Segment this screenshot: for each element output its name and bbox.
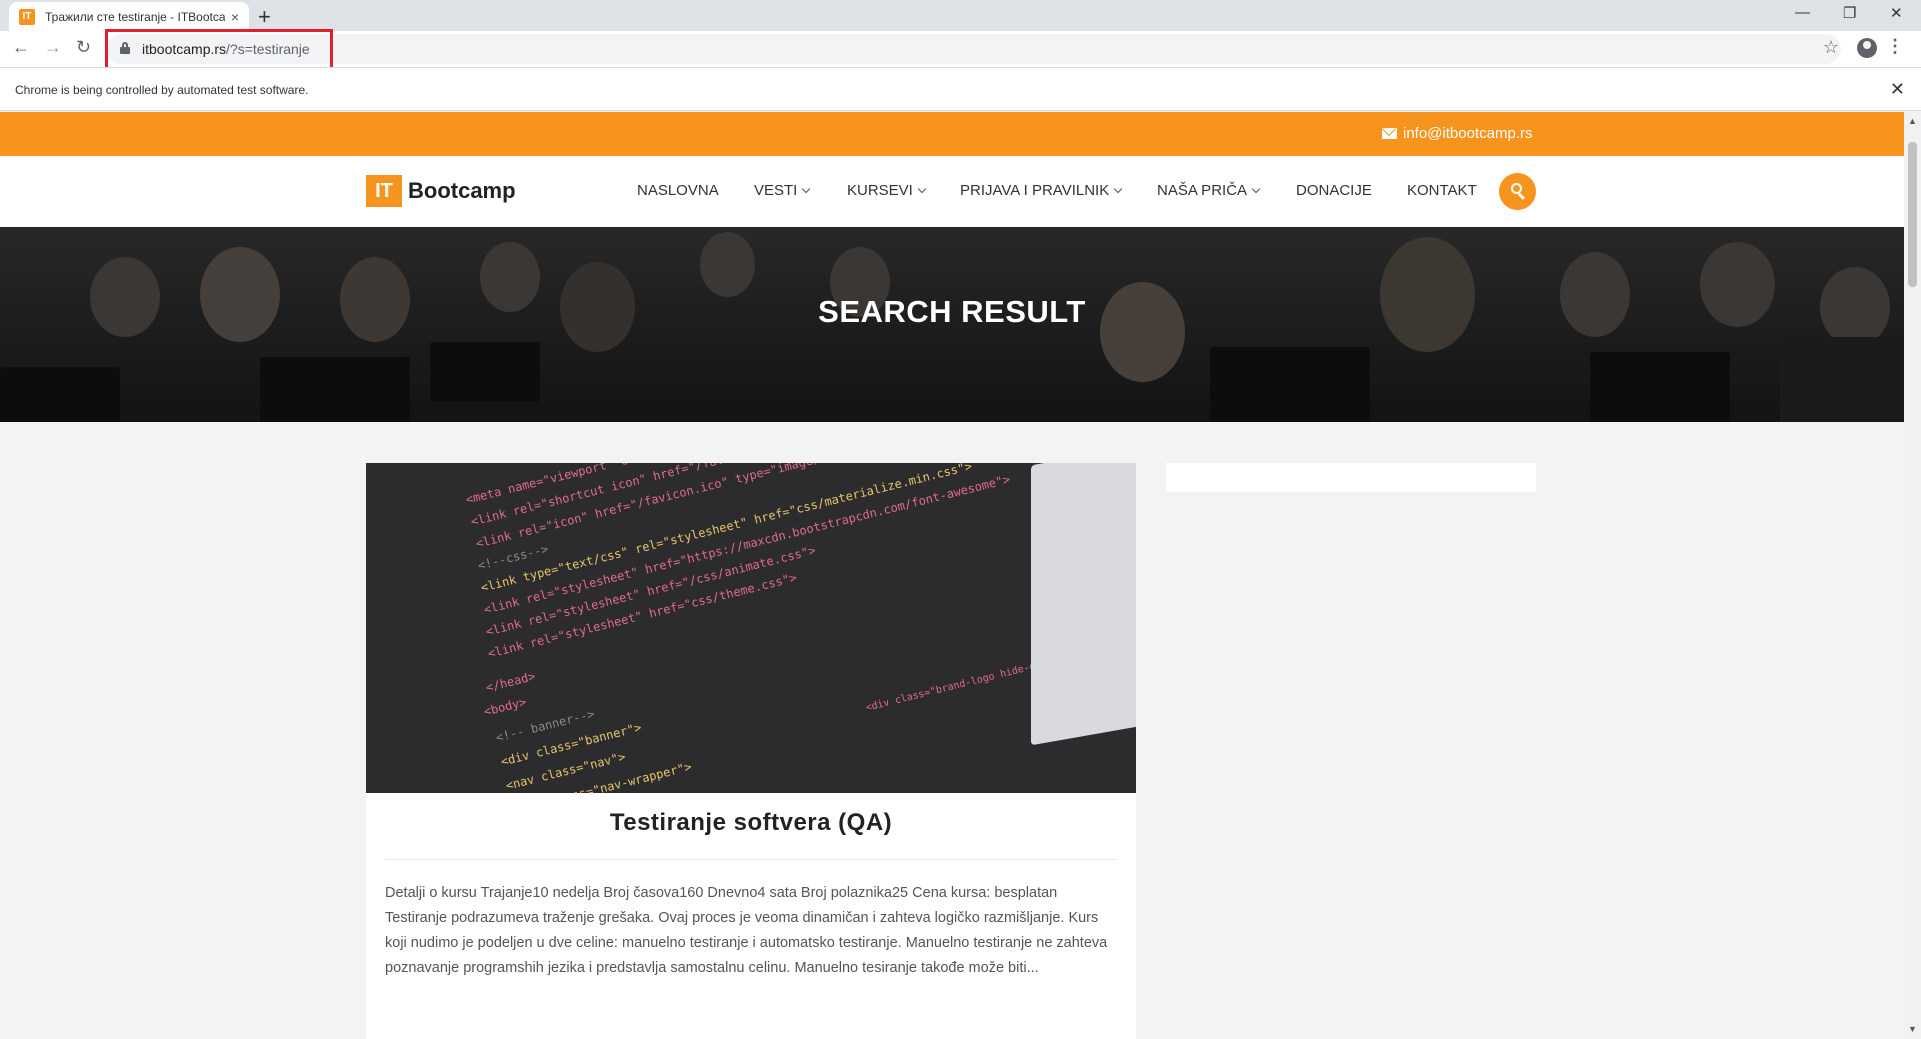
reload-icon[interactable]: ↻ bbox=[76, 37, 91, 58]
forward-icon[interactable]: → bbox=[44, 37, 62, 58]
minimize-icon[interactable]: — bbox=[1795, 4, 1810, 21]
nav-label: VESTI bbox=[754, 182, 798, 199]
result-thumbnail[interactable]: <meta name="viewport" content="width=dev… bbox=[366, 463, 1136, 793]
site-header: IT Bootcamp NASLOVNA VESTI KURSEVI PRIJA… bbox=[0, 156, 1904, 227]
email-text: info@itbootcamp.rs bbox=[1403, 125, 1533, 142]
scroll-up-icon[interactable]: ▲ bbox=[1908, 116, 1917, 126]
browser-menu-icon[interactable]: ⋮ bbox=[1886, 36, 1904, 57]
monitor-decoration bbox=[1031, 463, 1136, 746]
chevron-down-icon bbox=[1251, 184, 1261, 193]
bookmark-star-icon[interactable]: ☆ bbox=[1823, 37, 1839, 58]
chevron-down-icon bbox=[802, 184, 811, 193]
scroll-down-icon[interactable]: ▼ bbox=[1908, 1024, 1917, 1034]
result-excerpt: Detalji o kursu Trajanje10 nedelja Broj … bbox=[385, 885, 1108, 976]
nav-item-prijava[interactable]: PRIJAVA I PRAVILNIK bbox=[960, 182, 1123, 199]
hero-banner: SEARCH RESULT bbox=[0, 227, 1904, 422]
search-result-card: <meta name="viewport" content="width=dev… bbox=[366, 463, 1136, 1039]
search-icon bbox=[1511, 183, 1522, 194]
top-bar: info@itbootcamp.rs bbox=[0, 112, 1904, 156]
nav-label: DONACIJE bbox=[1296, 182, 1372, 199]
nav-item-naslovna[interactable]: NASLOVNA bbox=[637, 182, 719, 199]
chevron-down-icon bbox=[1113, 184, 1123, 193]
sidebar-widget bbox=[1166, 463, 1536, 492]
nav-item-nasa-prica[interactable]: NAŠA PRIČA bbox=[1157, 182, 1261, 199]
envelope-icon bbox=[1382, 128, 1397, 139]
favicon-icon: IT bbox=[19, 8, 35, 25]
nav-label: KONTAKT bbox=[1407, 182, 1477, 199]
chevron-down-icon bbox=[917, 184, 927, 193]
scroll-thumb[interactable] bbox=[1908, 142, 1917, 287]
nav-label: KURSEVI bbox=[847, 182, 913, 199]
logo-text: Bootcamp bbox=[408, 178, 516, 203]
tab-close-icon[interactable]: × bbox=[231, 9, 239, 25]
search-button[interactable] bbox=[1499, 173, 1536, 210]
new-tab-button[interactable]: + bbox=[258, 4, 271, 30]
window-close-icon[interactable]: ✕ bbox=[1890, 4, 1903, 22]
tab-title: Тражили сте testiranje - ITBootcamp bbox=[45, 9, 225, 24]
address-bar[interactable]: itbootcamp.rs/?s=testiranje bbox=[106, 34, 1841, 64]
nav-item-donacije[interactable]: DONACIJE bbox=[1296, 182, 1372, 199]
infobar-text: Chrome is being controlled by automated … bbox=[15, 83, 309, 97]
divider bbox=[385, 859, 1117, 860]
restore-icon[interactable]: ❐ bbox=[1843, 4, 1856, 22]
tab-strip: IT Тражили сте testiranje - ITBootcamp ×… bbox=[0, 0, 1921, 31]
logo-mark: IT bbox=[366, 175, 402, 207]
nav-label: NAŠA PRIČA bbox=[1157, 182, 1248, 199]
browser-tab[interactable]: IT Тражили сте testiranje - ITBootcamp × bbox=[9, 2, 249, 31]
result-title[interactable]: Testiranje softvera (QA) bbox=[366, 809, 1136, 837]
page-scrollbar[interactable]: ▲ ▼ bbox=[1904, 112, 1921, 1039]
nav-item-vesti[interactable]: VESTI bbox=[754, 182, 811, 199]
page-title: SEARCH RESULT bbox=[818, 294, 1086, 329]
back-icon[interactable]: ← bbox=[12, 37, 30, 58]
automation-infobar: Chrome is being controlled by automated … bbox=[0, 67, 1921, 111]
infobar-close-icon[interactable]: ✕ bbox=[1890, 79, 1905, 100]
nav-label: PRIJAVA I PRAVILNIK bbox=[960, 182, 1110, 199]
nav-item-kursevi[interactable]: KURSEVI bbox=[847, 182, 927, 199]
url-highlight-box bbox=[105, 29, 333, 71]
nav-label: NASLOVNA bbox=[637, 182, 719, 199]
nav-item-kontakt[interactable]: KONTAKT bbox=[1407, 182, 1477, 199]
profile-icon[interactable] bbox=[1857, 38, 1877, 58]
page-viewport: info@itbootcamp.rs IT Bootcamp NASLOVNA … bbox=[0, 112, 1904, 1039]
email-link[interactable]: info@itbootcamp.rs bbox=[1382, 125, 1532, 142]
site-logo[interactable]: IT Bootcamp bbox=[366, 175, 516, 207]
